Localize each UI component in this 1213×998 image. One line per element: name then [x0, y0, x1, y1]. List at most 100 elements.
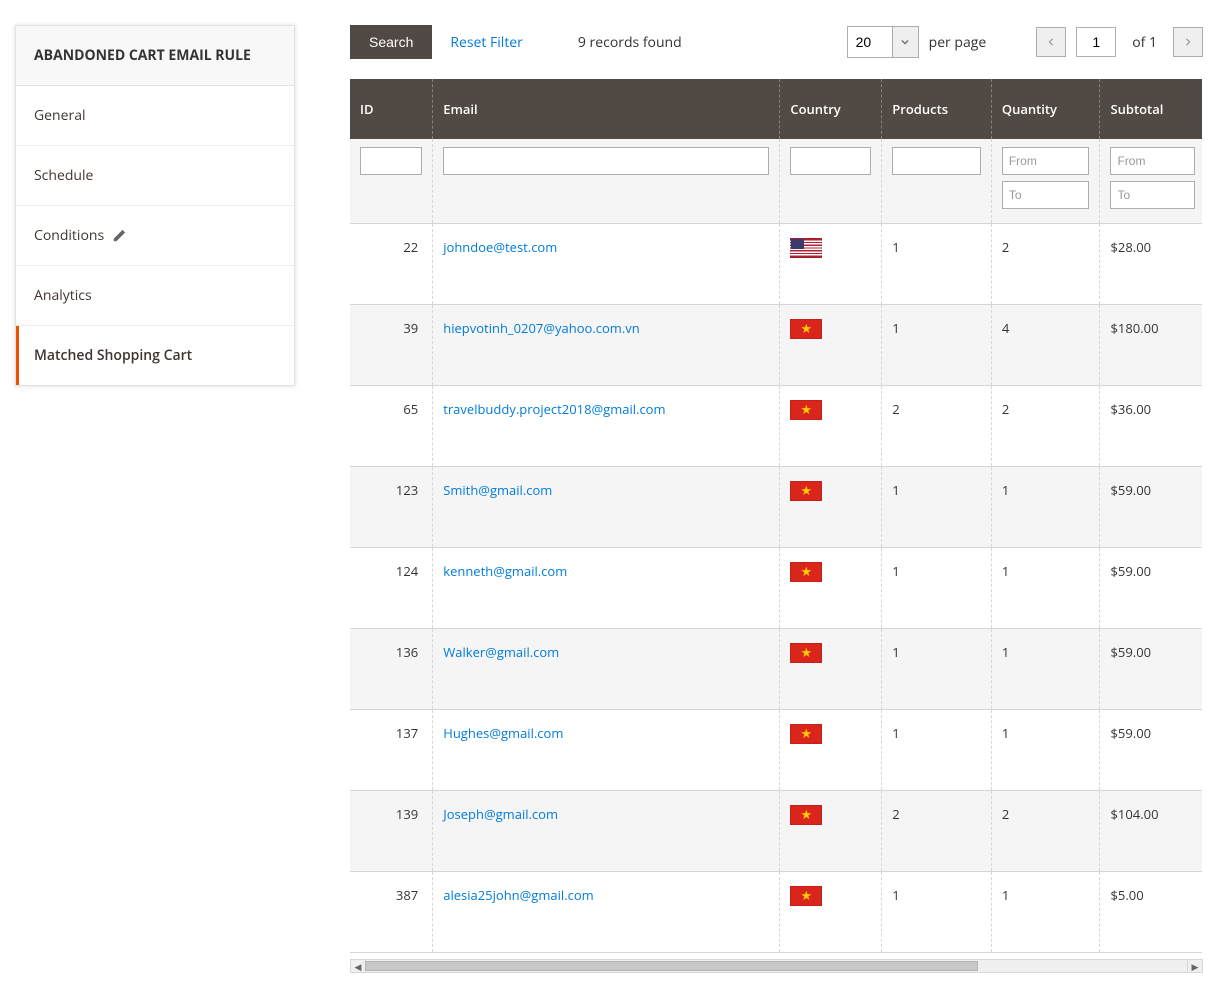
email-link[interactable]: Smith@gmail.com	[443, 481, 552, 499]
horizontal-scrollbar[interactable]	[350, 959, 1203, 973]
email-link[interactable]: kenneth@gmail.com	[443, 562, 567, 580]
grid-container: ID Email Country Products Quantity Subto…	[350, 79, 1203, 953]
cell-country	[780, 224, 882, 305]
cell-country	[780, 872, 882, 953]
cell-subtotal: $59.00	[1100, 629, 1203, 710]
cell-country	[780, 386, 882, 467]
cell-country	[780, 467, 882, 548]
cell-products: 1	[882, 710, 992, 791]
sidebar-item-label: Analytics	[34, 286, 92, 305]
email-link[interactable]: travelbuddy.project2018@gmail.com	[443, 400, 665, 418]
cell-subtotal: $59.00	[1100, 548, 1203, 629]
filter-email-input[interactable]	[443, 147, 769, 175]
cell-country	[780, 548, 882, 629]
filter-id-input[interactable]	[360, 147, 422, 175]
col-header-id[interactable]: ID	[350, 79, 433, 139]
cell-quantity: 1	[991, 629, 1100, 710]
col-header-quantity[interactable]: Quantity	[991, 79, 1100, 139]
per-page-input[interactable]	[848, 27, 892, 57]
sidebar-item-schedule[interactable]: Schedule	[16, 146, 294, 206]
flag-icon	[790, 805, 822, 825]
cell-subtotal: $59.00	[1100, 467, 1203, 548]
email-link[interactable]: Hughes@gmail.com	[443, 724, 563, 742]
cell-country	[780, 629, 882, 710]
reset-filter-link[interactable]: Reset Filter	[450, 33, 523, 52]
next-page-button[interactable]	[1173, 27, 1203, 57]
col-header-subtotal[interactable]: Subtotal	[1100, 79, 1203, 139]
filter-products-input[interactable]	[892, 147, 981, 175]
filter-subtotal-from-input[interactable]	[1110, 147, 1194, 175]
matched-cart-grid: ID Email Country Products Quantity Subto…	[350, 79, 1203, 953]
prev-page-button[interactable]	[1036, 27, 1066, 57]
cell-subtotal: $104.00	[1100, 791, 1203, 872]
table-row[interactable]: 136Walker@gmail.com11$59.00Yes00--	[350, 629, 1203, 710]
cell-id: 387	[350, 872, 433, 953]
cell-products: 1	[882, 224, 992, 305]
cell-country	[780, 710, 882, 791]
table-row[interactable]: 39hiepvotinh_0207@yahoo.com.vn14$180.00Y…	[350, 305, 1203, 386]
filter-row	[350, 139, 1203, 224]
filter-quantity-from-input[interactable]	[1002, 147, 1090, 175]
flag-icon	[790, 886, 822, 906]
per-page-select[interactable]	[847, 26, 919, 58]
cell-email: kenneth@gmail.com	[433, 548, 780, 629]
cell-products: 1	[882, 548, 992, 629]
cell-quantity: 4	[991, 305, 1100, 386]
scrollbar-thumb[interactable]	[365, 961, 978, 971]
table-row[interactable]: 387alesia25john@gmail.com11$5.00Yes00--	[350, 872, 1203, 953]
flag-icon	[790, 400, 822, 420]
table-row[interactable]: 124kenneth@gmail.com11$59.00Yes00--	[350, 548, 1203, 629]
cell-email: Smith@gmail.com	[433, 467, 780, 548]
search-button[interactable]: Search	[350, 25, 432, 59]
flag-icon	[790, 724, 822, 744]
flag-icon	[790, 319, 822, 339]
cell-products: 2	[882, 386, 992, 467]
cell-quantity: 1	[991, 872, 1100, 953]
email-link[interactable]: johndoe@test.com	[443, 238, 557, 256]
records-found-label: 9 records found	[578, 33, 682, 52]
email-link[interactable]: Joseph@gmail.com	[443, 805, 558, 823]
cell-id: 137	[350, 710, 433, 791]
cell-id: 123	[350, 467, 433, 548]
email-link[interactable]: Walker@gmail.com	[443, 643, 559, 661]
table-row[interactable]: 137Hughes@gmail.com11$59.00Yes00--	[350, 710, 1203, 791]
pencil-icon	[112, 229, 126, 243]
chevron-right-icon	[1184, 37, 1192, 47]
sidebar-item-matched-shopping-cart[interactable]: Matched Shopping Cart	[16, 326, 294, 385]
cell-email: Walker@gmail.com	[433, 629, 780, 710]
cell-products: 1	[882, 629, 992, 710]
chevron-down-icon[interactable]	[892, 27, 918, 57]
cell-email: johndoe@test.com	[433, 224, 780, 305]
email-link[interactable]: alesia25john@gmail.com	[443, 886, 593, 904]
cell-subtotal: $59.00	[1100, 710, 1203, 791]
table-row[interactable]: 22johndoe@test.com12$28.00Yes00--	[350, 224, 1203, 305]
cell-subtotal: $36.00	[1100, 386, 1203, 467]
filter-country-input[interactable]	[790, 147, 871, 175]
filter-quantity-to-input[interactable]	[1002, 181, 1090, 209]
cell-country	[780, 791, 882, 872]
sidebar-item-conditions[interactable]: Conditions	[16, 206, 294, 266]
table-row[interactable]: 123Smith@gmail.com11$59.00Yes00--	[350, 467, 1203, 548]
cell-quantity: 1	[991, 710, 1100, 791]
cell-products: 1	[882, 467, 992, 548]
col-header-products[interactable]: Products	[882, 79, 992, 139]
sidebar-item-analytics[interactable]: Analytics	[16, 266, 294, 326]
email-link[interactable]: hiepvotinh_0207@yahoo.com.vn	[443, 319, 640, 337]
filter-subtotal-to-input[interactable]	[1110, 181, 1194, 209]
cell-quantity: 1	[991, 467, 1100, 548]
page-number-input[interactable]	[1076, 27, 1116, 57]
col-header-country[interactable]: Country	[780, 79, 882, 139]
table-row[interactable]: 139Joseph@gmail.com22$104.00Yes00--	[350, 791, 1203, 872]
header-row: ID Email Country Products Quantity Subto…	[350, 79, 1203, 139]
cell-products: 2	[882, 791, 992, 872]
flag-icon	[790, 643, 822, 663]
cell-quantity: 1	[991, 548, 1100, 629]
col-header-email[interactable]: Email	[433, 79, 780, 139]
cell-quantity: 2	[991, 386, 1100, 467]
table-row[interactable]: 65travelbuddy.project2018@gmail.com22$36…	[350, 386, 1203, 467]
main-panel: Search Reset Filter 9 records found per …	[295, 10, 1203, 988]
sidebar-item-general[interactable]: General	[16, 86, 294, 146]
cell-id: 39	[350, 305, 433, 386]
sidebar-item-label: Schedule	[34, 166, 93, 185]
cell-id: 22	[350, 224, 433, 305]
